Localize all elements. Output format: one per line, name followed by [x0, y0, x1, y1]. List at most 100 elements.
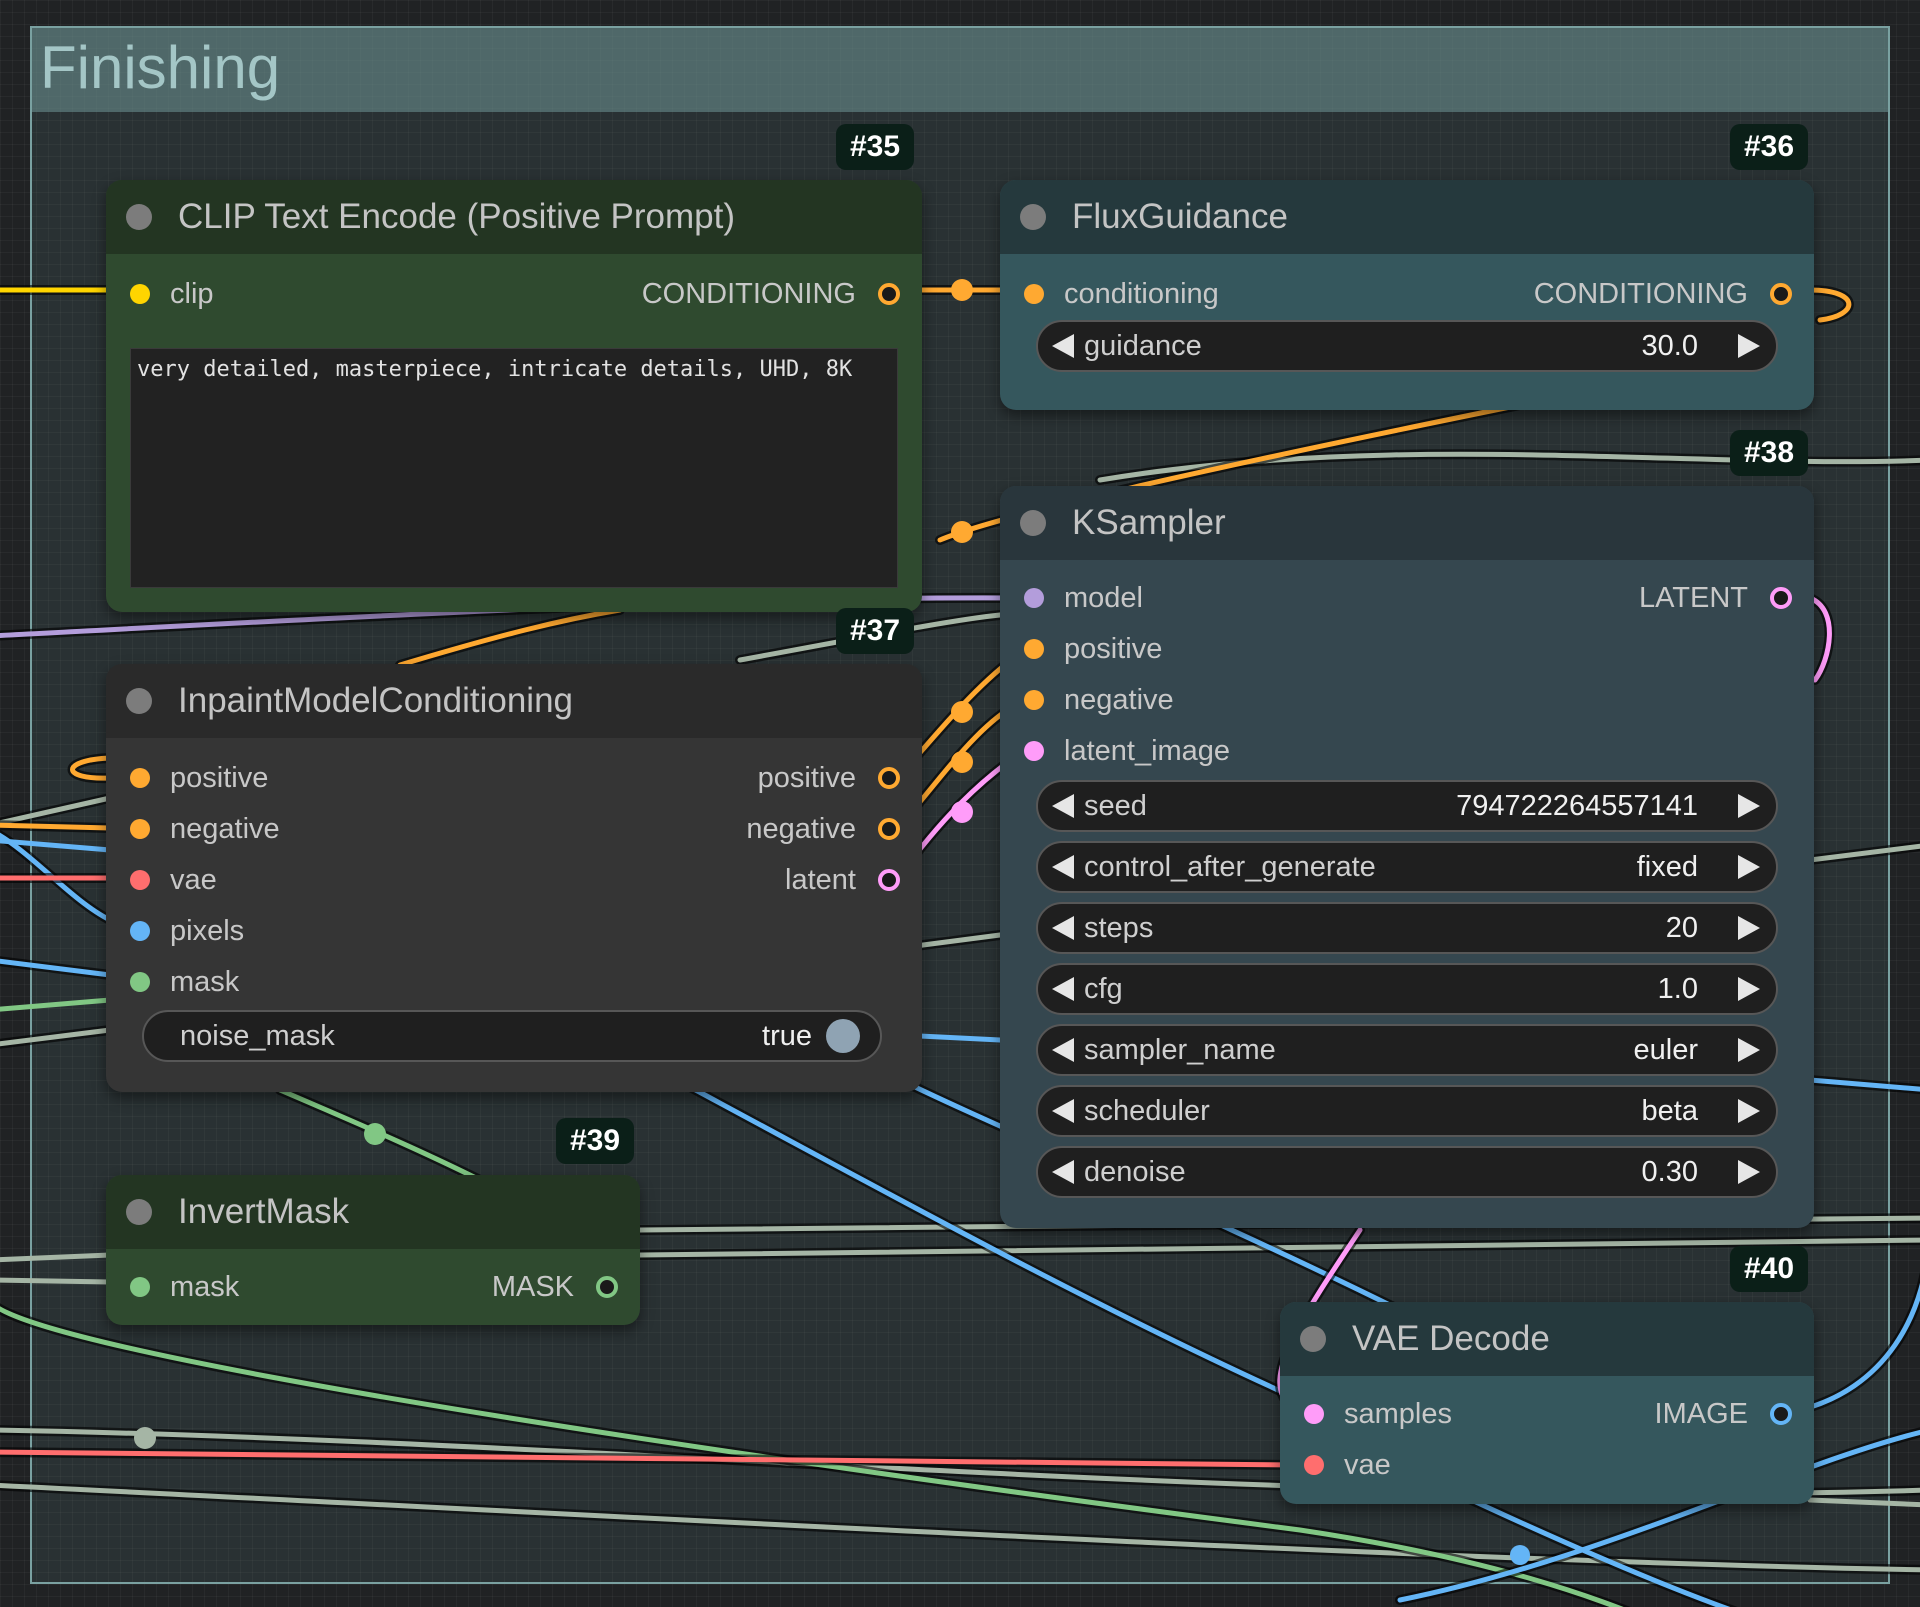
increment-arrow-icon[interactable]: [1738, 1099, 1760, 1123]
latent-slot-icon[interactable]: [1024, 741, 1044, 761]
scheduler-widget[interactable]: scheduler beta: [1036, 1085, 1778, 1137]
widget-value[interactable]: 20: [1666, 912, 1698, 945]
widget-value[interactable]: 30.0: [1642, 330, 1698, 363]
conditioning-slot-icon[interactable]: [1770, 283, 1792, 305]
increment-arrow-icon[interactable]: [1738, 794, 1760, 818]
guidance-widget[interactable]: guidance 30.0: [1036, 320, 1778, 372]
increment-arrow-icon[interactable]: [1738, 977, 1760, 1001]
control-after-generate-widget[interactable]: control_after_generate fixed: [1036, 841, 1778, 893]
conditioning-slot-icon[interactable]: [1024, 690, 1044, 710]
widget-value[interactable]: 1.0: [1658, 973, 1698, 1006]
vae-slot-icon[interactable]: [130, 870, 150, 890]
collapse-dot-icon[interactable]: [126, 688, 152, 714]
decrement-arrow-icon[interactable]: [1052, 1160, 1074, 1184]
output-negative[interactable]: negative: [746, 813, 900, 846]
toggle-knob-icon[interactable]: [826, 1019, 860, 1053]
noise-mask-toggle[interactable]: noise_mask true: [142, 1010, 882, 1062]
decrement-arrow-icon[interactable]: [1052, 977, 1074, 1001]
conditioning-slot-icon[interactable]: [878, 818, 900, 840]
clip-slot-icon[interactable]: [130, 284, 150, 304]
input-samples[interactable]: samples: [1304, 1398, 1452, 1431]
prompt-textarea[interactable]: very detailed, masterpiece, intricate de…: [130, 348, 898, 588]
decrement-arrow-icon[interactable]: [1052, 1038, 1074, 1062]
denoise-widget[interactable]: denoise 0.30: [1036, 1146, 1778, 1198]
decrement-arrow-icon[interactable]: [1052, 334, 1074, 358]
input-mask[interactable]: mask: [130, 966, 239, 999]
node-title: CLIP Text Encode (Positive Prompt): [178, 197, 736, 236]
input-pixels[interactable]: pixels: [130, 915, 244, 948]
collapse-dot-icon[interactable]: [126, 204, 152, 230]
conditioning-slot-icon[interactable]: [878, 767, 900, 789]
node-vae-decode[interactable]: VAE Decode samples IMAGE vae: [1280, 1302, 1814, 1504]
input-positive[interactable]: positive: [130, 762, 268, 795]
mask-slot-icon[interactable]: [596, 1276, 618, 1298]
decrement-arrow-icon[interactable]: [1052, 794, 1074, 818]
node-inpaint-model-conditioning[interactable]: InpaintModelConditioning positive positi…: [106, 664, 922, 1092]
widget-value[interactable]: fixed: [1637, 851, 1698, 884]
vae-slot-icon[interactable]: [1304, 1455, 1324, 1475]
conditioning-slot-icon[interactable]: [1024, 639, 1044, 659]
collapse-dot-icon[interactable]: [1300, 1326, 1326, 1352]
increment-arrow-icon[interactable]: [1738, 1160, 1760, 1184]
sampler-name-widget[interactable]: sampler_name euler: [1036, 1024, 1778, 1076]
node-header[interactable]: VAE Decode: [1280, 1302, 1814, 1376]
input-negative[interactable]: negative: [130, 813, 280, 846]
node-ksampler[interactable]: KSampler model LATENT positive negative …: [1000, 486, 1814, 1228]
decrement-arrow-icon[interactable]: [1052, 1099, 1074, 1123]
input-vae[interactable]: vae: [130, 864, 217, 897]
mask-slot-icon[interactable]: [130, 972, 150, 992]
input-latent-image[interactable]: latent_image: [1024, 735, 1230, 768]
increment-arrow-icon[interactable]: [1738, 1038, 1760, 1062]
widget-value[interactable]: 0.30: [1642, 1156, 1698, 1189]
output-conditioning[interactable]: CONDITIONING: [642, 278, 900, 311]
node-invert-mask[interactable]: InvertMask mask MASK: [106, 1175, 640, 1325]
output-image[interactable]: IMAGE: [1655, 1398, 1792, 1431]
node-header[interactable]: InpaintModelConditioning: [106, 664, 922, 738]
increment-arrow-icon[interactable]: [1738, 916, 1760, 940]
mask-slot-icon[interactable]: [130, 1277, 150, 1297]
increment-arrow-icon[interactable]: [1738, 334, 1760, 358]
increment-arrow-icon[interactable]: [1738, 855, 1760, 879]
model-slot-icon[interactable]: [1024, 588, 1044, 608]
conditioning-slot-icon[interactable]: [130, 819, 150, 839]
image-slot-icon[interactable]: [130, 921, 150, 941]
input-positive[interactable]: positive: [1024, 633, 1162, 666]
latent-slot-icon[interactable]: [1304, 1404, 1324, 1424]
conditioning-slot-icon[interactable]: [130, 768, 150, 788]
input-conditioning[interactable]: conditioning: [1024, 278, 1219, 311]
input-clip[interactable]: clip: [130, 278, 214, 311]
seed-widget[interactable]: seed 794722264557141: [1036, 780, 1778, 832]
widget-label: guidance: [1084, 329, 1202, 362]
output-positive[interactable]: positive: [758, 762, 900, 795]
widget-value[interactable]: euler: [1634, 1034, 1699, 1067]
input-model[interactable]: model: [1024, 582, 1143, 615]
latent-slot-icon[interactable]: [878, 869, 900, 891]
output-latent[interactable]: LATENT: [1639, 582, 1792, 615]
collapse-dot-icon[interactable]: [1020, 510, 1046, 536]
node-header[interactable]: CLIP Text Encode (Positive Prompt): [106, 180, 922, 254]
steps-widget[interactable]: steps 20: [1036, 902, 1778, 954]
collapse-dot-icon[interactable]: [126, 1199, 152, 1225]
output-mask[interactable]: MASK: [492, 1271, 618, 1304]
node-clip-text-encode[interactable]: CLIP Text Encode (Positive Prompt) clip …: [106, 180, 922, 612]
node-header[interactable]: FluxGuidance: [1000, 180, 1814, 254]
input-vae[interactable]: vae: [1304, 1449, 1391, 1482]
output-latent[interactable]: latent: [785, 864, 900, 897]
image-slot-icon[interactable]: [1770, 1403, 1792, 1425]
latent-slot-icon[interactable]: [1770, 587, 1792, 609]
decrement-arrow-icon[interactable]: [1052, 855, 1074, 879]
node-header[interactable]: InvertMask: [106, 1175, 640, 1249]
node-flux-guidance[interactable]: FluxGuidance conditioning CONDITIONING g…: [1000, 180, 1814, 410]
input-mask[interactable]: mask: [130, 1271, 239, 1304]
output-label: MASK: [491, 1270, 574, 1303]
input-negative[interactable]: negative: [1024, 684, 1174, 717]
node-header[interactable]: KSampler: [1000, 486, 1814, 560]
decrement-arrow-icon[interactable]: [1052, 916, 1074, 940]
conditioning-slot-icon[interactable]: [1024, 284, 1044, 304]
collapse-dot-icon[interactable]: [1020, 204, 1046, 230]
widget-value[interactable]: 794722264557141: [1456, 790, 1698, 823]
cfg-widget[interactable]: cfg 1.0: [1036, 963, 1778, 1015]
output-conditioning[interactable]: CONDITIONING: [1534, 278, 1792, 311]
conditioning-slot-icon[interactable]: [878, 283, 900, 305]
widget-value[interactable]: beta: [1642, 1095, 1698, 1128]
